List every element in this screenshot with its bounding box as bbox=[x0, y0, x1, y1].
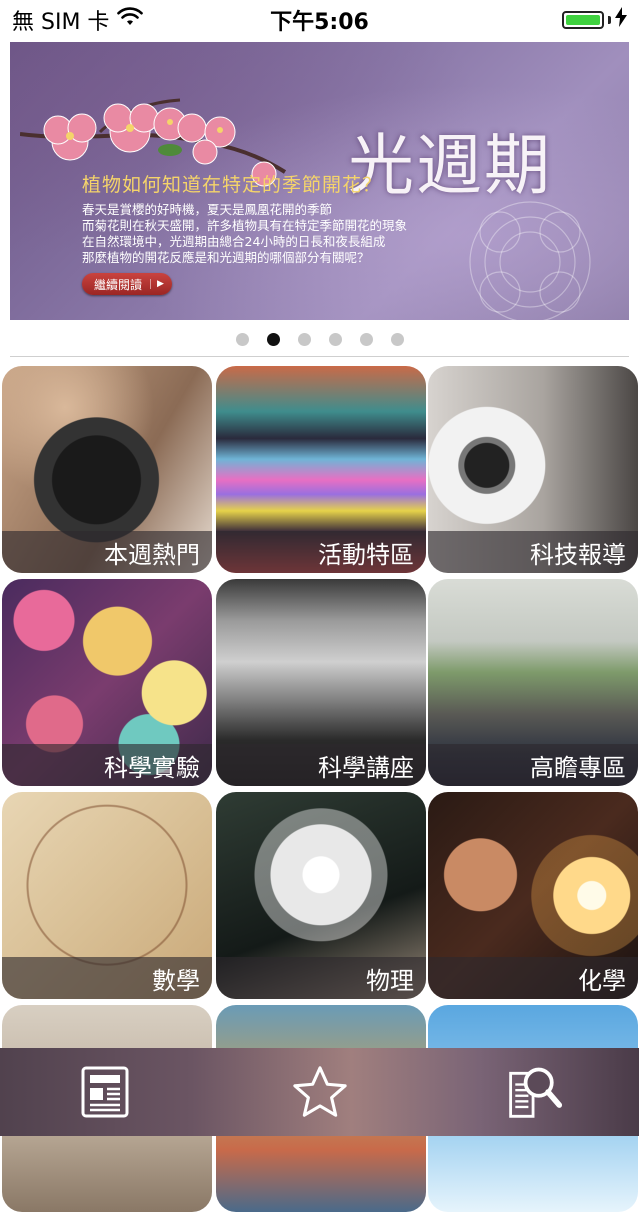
status-left: 無 SIM 卡 bbox=[12, 4, 144, 36]
tile-weekly-hot[interactable]: 本週熱門 bbox=[2, 366, 212, 573]
tile-events[interactable]: 活動特區 bbox=[216, 366, 426, 573]
divider bbox=[10, 356, 629, 357]
tile-label: 化學 bbox=[428, 957, 638, 999]
tile-label: 數學 bbox=[2, 957, 212, 999]
tile-label: 高瞻專區 bbox=[428, 744, 638, 786]
tile-tech-news[interactable]: 科技報導 bbox=[428, 366, 638, 573]
tab-news[interactable] bbox=[76, 1063, 134, 1121]
battery-fill bbox=[566, 15, 600, 25]
tile-math[interactable]: 數學 bbox=[2, 792, 212, 999]
star-icon bbox=[292, 1066, 347, 1117]
charging-icon bbox=[615, 7, 627, 33]
page-dot-active[interactable] bbox=[266, 333, 280, 346]
battery-icon bbox=[562, 7, 627, 33]
document-search-icon bbox=[509, 1067, 563, 1118]
read-more-button[interactable]: 繼續閱讀 ▶ bbox=[82, 273, 172, 295]
banner-body-line: 在自然環境中，光週期由總合24小時的日長和夜長組成 bbox=[82, 234, 386, 249]
banner-body: 春天是賞櫻的好時機，夏天是鳳凰花開的季節 而菊花則在秋天盛開，許多植物具有在特定… bbox=[82, 202, 422, 266]
status-bar: 無 SIM 卡 下午5:06 bbox=[0, 0, 639, 40]
tile-label: 本週熱門 bbox=[2, 531, 212, 573]
tile-chemistry[interactable]: 化學 bbox=[428, 792, 638, 999]
tile-label: 科學實驗 bbox=[2, 744, 212, 786]
carrier-label: 無 SIM 卡 bbox=[12, 10, 110, 35]
tile-science-experiment[interactable]: 科學實驗 bbox=[2, 579, 212, 786]
page-dot[interactable] bbox=[390, 333, 404, 346]
tile-physics[interactable]: 物理 bbox=[216, 792, 426, 999]
play-arrow-icon: ▶ bbox=[150, 279, 164, 289]
banner-body-line: 那麼植物的開花反應是和光週期的哪個部分有關呢？ bbox=[82, 250, 370, 265]
banner-body-line: 而菊花則在秋天盛開，許多植物具有在特定季節開花的現象 bbox=[82, 218, 408, 233]
featured-banner[interactable]: 光週期 植物如何知道在特定的季節開花？ 春天是賞櫻的好時機，夏天是鳳凰花開的季節… bbox=[10, 42, 629, 320]
page-dot[interactable] bbox=[235, 333, 249, 346]
tile-highscope[interactable]: 高瞻專區 bbox=[428, 579, 638, 786]
tile-label: 物理 bbox=[216, 957, 426, 999]
bottom-tab-bar bbox=[0, 1048, 639, 1136]
page-dot[interactable] bbox=[297, 333, 311, 346]
tab-search[interactable] bbox=[505, 1063, 563, 1121]
newspaper-icon bbox=[81, 1066, 129, 1118]
wifi-icon bbox=[117, 7, 144, 33]
tile-label: 活動特區 bbox=[216, 531, 426, 573]
page-dot[interactable] bbox=[359, 333, 373, 346]
page-dot[interactable] bbox=[328, 333, 342, 346]
tile-label: 科技報導 bbox=[428, 531, 638, 573]
tile-label: 科學講座 bbox=[216, 744, 426, 786]
banner-subtitle: 植物如何知道在特定的季節開花？ bbox=[82, 174, 383, 196]
banner-body-line: 春天是賞櫻的好時機，夏天是鳳凰花開的季節 bbox=[82, 202, 333, 217]
tile-science-lecture[interactable]: 科學講座 bbox=[216, 579, 426, 786]
tab-favorites[interactable] bbox=[291, 1063, 349, 1121]
read-more-label: 繼續閱讀 bbox=[94, 277, 143, 292]
page-indicator[interactable] bbox=[0, 333, 639, 346]
